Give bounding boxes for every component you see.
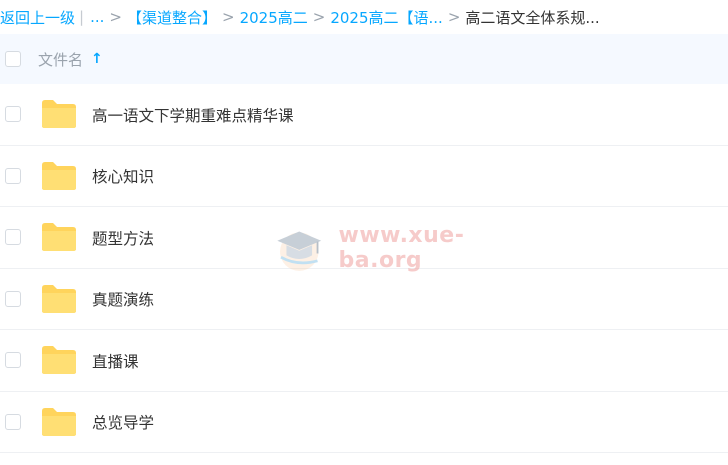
row-checkbox[interactable] [5, 229, 21, 245]
file-list: 高一语文下学期重难点精华课 核心知识 题型方法 真题演练 直播课 总览导学 [0, 84, 728, 453]
file-name[interactable]: 题型方法 [92, 207, 154, 268]
breadcrumb-item[interactable]: 【渠道整合】 [127, 7, 217, 28]
file-name[interactable]: 直播课 [92, 330, 139, 391]
breadcrumb-current: 高二语文全体系规... [465, 8, 600, 27]
folder-icon [42, 284, 76, 313]
chevron-right-icon: > [447, 8, 461, 26]
list-item[interactable]: 直播课 [0, 330, 728, 392]
folder-icon [42, 223, 76, 251]
select-all-checkbox[interactable] [5, 51, 21, 67]
folder-icon [42, 161, 76, 190]
back-link[interactable]: 返回上一级 [0, 7, 75, 28]
breadcrumb-item[interactable]: 2025高二【语... [330, 7, 442, 28]
filename-column-header[interactable]: 文件名 ↑ [38, 34, 103, 84]
file-name[interactable]: 总览导学 [92, 392, 154, 453]
file-browser: 返回上一级 | ... > 【渠道整合】 > 2025高二 > 2025高二【语… [0, 0, 728, 465]
row-checkbox[interactable] [5, 290, 21, 307]
list-item[interactable]: 高一语文下学期重难点精华课 [0, 84, 728, 146]
list-item[interactable]: 核心知识 [0, 146, 728, 207]
file-name[interactable]: 核心知识 [92, 146, 154, 207]
folder-icon [42, 100, 76, 128]
arrow-up-icon[interactable]: ↑ [91, 51, 103, 67]
folder-icon [42, 346, 76, 374]
breadcrumb-ellipsis[interactable]: ... [90, 8, 104, 26]
breadcrumb-divider: | [79, 8, 85, 26]
list-header: 文件名 ↑ [0, 34, 728, 84]
chevron-right-icon: > [312, 8, 326, 26]
chevron-right-icon: > [221, 8, 235, 26]
folder-icon [42, 407, 76, 436]
breadcrumb: 返回上一级 | ... > 【渠道整合】 > 2025高二 > 2025高二【语… [0, 0, 728, 34]
list-item[interactable]: 真题演练 [0, 269, 728, 330]
file-name[interactable]: 真题演练 [92, 269, 154, 330]
row-checkbox[interactable] [5, 413, 21, 430]
row-checkbox[interactable] [5, 352, 21, 368]
column-label: 文件名 [38, 50, 84, 69]
file-name[interactable]: 高一语文下学期重难点精华课 [92, 84, 294, 145]
chevron-right-icon: > [109, 8, 122, 26]
list-item[interactable]: 题型方法 [0, 207, 728, 269]
list-item[interactable]: 总览导学 [0, 392, 728, 453]
breadcrumb-item[interactable]: 2025高二 [240, 7, 308, 28]
row-checkbox[interactable] [5, 167, 21, 184]
row-checkbox[interactable] [5, 106, 21, 122]
